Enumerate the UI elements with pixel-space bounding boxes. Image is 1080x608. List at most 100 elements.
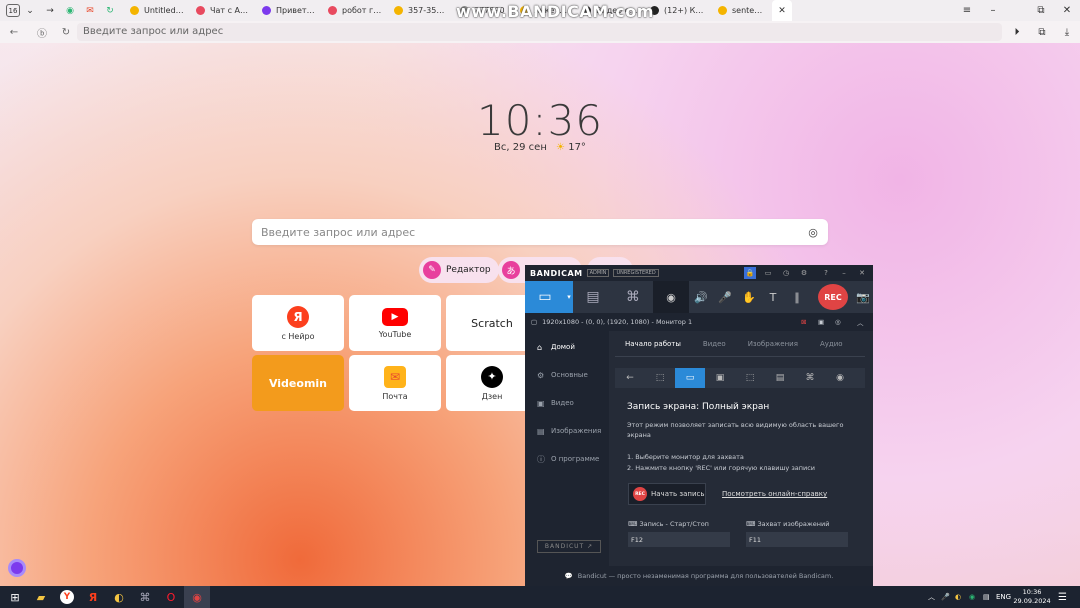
notifications-icon[interactable]: ☰ <box>1058 586 1067 608</box>
tabs-dropdown-icon[interactable]: ⌄ <box>24 5 36 17</box>
tab-audio[interactable]: Аудио <box>820 340 843 348</box>
beeline-icon[interactable]: ◐ <box>106 586 132 608</box>
speaker-icon[interactable]: 🔊 <box>689 281 713 313</box>
close-icon[interactable]: ✕ <box>856 267 868 279</box>
rec-button[interactable]: REC <box>818 284 848 310</box>
minimize-button[interactable]: – <box>980 0 1006 21</box>
newtab-search-box[interactable]: Введите запрос или адрес ◎ <box>252 219 828 245</box>
text-overlay-icon[interactable]: T <box>761 281 785 313</box>
no-capture-icon[interactable]: ⊠ <box>801 318 806 326</box>
back-icon[interactable]: ← <box>6 24 22 40</box>
gamepad-icon[interactable]: ⌘ <box>795 368 825 388</box>
tile-youtube[interactable]: ▶ YouTube <box>349 295 441 351</box>
wireless-icon[interactable]: ◎ <box>835 318 841 326</box>
rectangle-mode-icon[interactable]: ⬚ <box>645 368 675 388</box>
screenshot-camera-icon[interactable]: 📷 <box>851 281 873 313</box>
sidebar-item[interactable]: ▣ Видео <box>525 389 609 417</box>
downloads-icon[interactable]: ⤓ <box>1059 24 1075 40</box>
fullscreen-mode-icon[interactable]: ▭ <box>675 368 705 388</box>
protect-icon[interactable]: ⓑ <box>34 24 50 40</box>
tray-chevron-icon[interactable]: ︿ <box>928 586 935 608</box>
bandicam-titlebar: BANDICAM ADMIN UNREGISTERED 🔒 ▭ ◷ ⚙ ? – … <box>525 265 873 281</box>
window-mode-icon[interactable]: ▣ <box>705 368 735 388</box>
browser-tab[interactable]: Untitled-14 « <box>124 0 190 21</box>
close-window-button[interactable]: ✕ <box>1054 0 1080 21</box>
app-icon-sync[interactable]: ↻ <box>104 5 116 17</box>
help-icon[interactable]: ? <box>820 267 832 279</box>
menu-button[interactable]: ≡ <box>954 0 980 21</box>
yandex-app-icon[interactable]: Я <box>80 586 106 608</box>
cursor-area-icon[interactable]: ⬚ <box>735 368 765 388</box>
camera-lens-icon[interactable]: ◎ <box>806 225 820 239</box>
start-recording-button[interactable]: REC Начать запись <box>628 483 706 505</box>
bandicut-button[interactable]: BANDICUT ↗ <box>537 540 601 553</box>
browser-tab[interactable]: Привет! Это <box>256 0 322 21</box>
webcam-icon[interactable]: ◉ <box>653 281 689 313</box>
file-explorer-icon[interactable]: ▰ <box>28 586 54 608</box>
tray-security-icon[interactable]: ◉ <box>969 586 975 608</box>
browser-tab[interactable]: робот гд — Я <box>322 0 388 21</box>
hotkey-record-field[interactable]: F12 <box>628 532 730 547</box>
alice-assistant-icon[interactable] <box>8 559 26 577</box>
mode-dropdown-icon[interactable]: ▾ <box>565 281 573 313</box>
opera-icon[interactable]: O <box>158 586 184 608</box>
screen-mode-icon[interactable]: ▭ <box>525 281 565 313</box>
tray-mic-icon[interactable]: 🎤 <box>941 586 950 608</box>
sidebar-item[interactable]: ▤ Изображения <box>525 417 609 445</box>
reload-icon[interactable]: ↻ <box>58 24 74 40</box>
tray-clock[interactable]: 10:36 29.09.2024 <box>1010 588 1054 606</box>
footer-text: Bandicut — просто незаменимая программа … <box>577 572 834 580</box>
forward-arrow-icon[interactable]: → <box>44 5 56 17</box>
folder-icon[interactable]: ▭ <box>762 267 774 279</box>
pause-icon[interactable]: ∥ <box>785 281 809 313</box>
pill-editor[interactable]: ✎ Редактор <box>419 257 499 283</box>
hotkey-capture-field[interactable]: F11 <box>746 532 848 547</box>
tray-app-icon[interactable]: ◐ <box>955 586 961 608</box>
tile-videomin[interactable]: Videomin <box>252 355 344 411</box>
tray-network-icon[interactable]: ▤ <box>983 586 990 608</box>
sidebar-item[interactable]: ⌂ Домой <box>525 333 609 361</box>
cursor-effect-icon[interactable]: ✋ <box>737 281 761 313</box>
tray-language[interactable]: ENG <box>996 586 1011 608</box>
browser-tab[interactable]: 357-357684 <box>388 0 454 21</box>
tab-getting-started[interactable]: Начало работы <box>625 340 681 348</box>
browser-tab[interactable]: (12+) Как до <box>644 0 712 21</box>
microphone-icon[interactable]: 🎤 <box>713 281 737 313</box>
settings-icon[interactable]: ⚙ <box>798 267 810 279</box>
game-app-icon[interactable]: ⌘ <box>132 586 158 608</box>
tile-yandex[interactable]: Я с Нейро <box>252 295 344 351</box>
clock-icon[interactable]: ◷ <box>780 267 792 279</box>
lock-icon[interactable]: 🔒 <box>744 267 756 279</box>
game-mode-icon[interactable]: ⌘ <box>613 281 653 313</box>
windows-start-icon[interactable]: ⊞ <box>2 586 28 608</box>
tab-images[interactable]: Изображения <box>748 340 798 348</box>
minimize-icon[interactable]: – <box>838 267 850 279</box>
reader-icon[interactable]: ⏵ <box>1009 24 1025 40</box>
collections-icon[interactable]: ⧉ <box>1034 24 1050 40</box>
tab-counter[interactable]: 16 <box>6 4 20 17</box>
device-mode-icon[interactable]: ▤ <box>573 281 613 313</box>
tab-active[interactable]: ✕ <box>772 0 792 21</box>
step-1: 1. Выберите монитор для захвата <box>627 453 744 461</box>
back-arrow-icon[interactable]: ← <box>615 368 645 388</box>
bandicam-taskbar-icon[interactable]: ◉ <box>184 586 210 608</box>
browser-tab[interactable]: Чат с Алисо <box>190 0 256 21</box>
app-icon-green[interactable]: ◉ <box>64 5 76 17</box>
online-help-link[interactable]: Посмотреть онлайн-справку <box>722 490 827 498</box>
sidebar-item[interactable]: ⓘ О программе <box>525 445 609 473</box>
browser-tab[interactable]: sentemp-dc <box>712 0 772 21</box>
screen-select-icon[interactable]: ▣ <box>818 318 824 326</box>
nav-label: О программе <box>551 455 600 463</box>
maximize-button[interactable]: ⧉ <box>1028 0 1054 21</box>
bandicam-tabs: Начало работы Видео Изображения Аудио <box>615 331 865 357</box>
tab-video[interactable]: Видео <box>703 340 726 348</box>
mail-icon[interactable]: ✉ <box>84 5 96 17</box>
address-input[interactable]: Введите запрос или адрес <box>77 23 1002 41</box>
yandex-browser-icon[interactable]: Y <box>54 586 80 608</box>
device-icon[interactable]: ▤ <box>765 368 795 388</box>
tab-label: Чат с Алисо <box>210 6 250 15</box>
sidebar-item[interactable]: ⚙ Основные <box>525 361 609 389</box>
audio-only-icon[interactable]: ◉ <box>825 368 855 388</box>
tile-mail[interactable]: ✉ Почта <box>349 355 441 411</box>
collapse-icon[interactable]: ︿ <box>857 317 864 327</box>
